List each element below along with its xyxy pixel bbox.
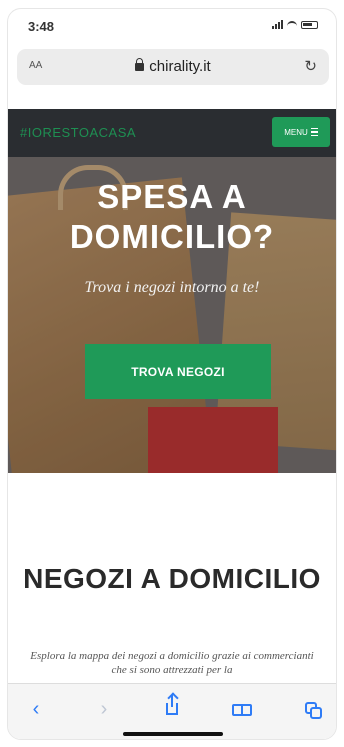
url-host: chirality.it bbox=[149, 58, 211, 75]
menu-label: MENU bbox=[284, 127, 308, 137]
status-time: 3:48 bbox=[28, 19, 55, 34]
status-bar: 3:48 bbox=[8, 9, 336, 43]
site-header: #IORESTOACASA MENU bbox=[8, 109, 336, 157]
status-icons bbox=[272, 20, 318, 29]
signal-icon bbox=[272, 20, 283, 29]
tabs-icon[interactable] bbox=[299, 698, 323, 722]
hero-subtitle: Trova i negozi intorno a te! bbox=[84, 279, 260, 296]
site-brand-link[interactable]: #IORESTOACASA bbox=[20, 125, 136, 140]
hero-title: SPESA A DOMICILIO? bbox=[69, 178, 275, 255]
reload-icon[interactable]: ↻ bbox=[304, 57, 317, 75]
find-shops-button[interactable]: TROVA NEGOZI bbox=[85, 344, 271, 399]
menu-button[interactable]: MENU bbox=[272, 117, 330, 147]
home-indicator bbox=[123, 732, 223, 736]
back-icon[interactable]: ‹ bbox=[24, 698, 48, 722]
forward-icon[interactable]: › bbox=[92, 698, 116, 722]
address-bar[interactable]: AA chirality.it ↻ bbox=[17, 49, 329, 85]
url-display[interactable]: chirality.it bbox=[17, 58, 329, 75]
lock-icon bbox=[135, 58, 145, 71]
battery-icon bbox=[301, 21, 318, 29]
section-description: Esplora la mappa dei negozi a domicilio … bbox=[30, 650, 314, 676]
share-icon[interactable] bbox=[161, 695, 185, 722]
hero-banner: SPESA A DOMICILIO? Trova i negozi intorn… bbox=[8, 157, 336, 473]
wifi-icon bbox=[287, 21, 297, 29]
hamburger-icon bbox=[310, 127, 318, 137]
bookmarks-icon[interactable] bbox=[230, 698, 254, 722]
section-title: NEGOZI A DOMICILIO bbox=[23, 563, 321, 594]
phone-screen: 3:48 AA chirality.it ↻ #IORESTOACASA MEN… bbox=[7, 8, 337, 740]
